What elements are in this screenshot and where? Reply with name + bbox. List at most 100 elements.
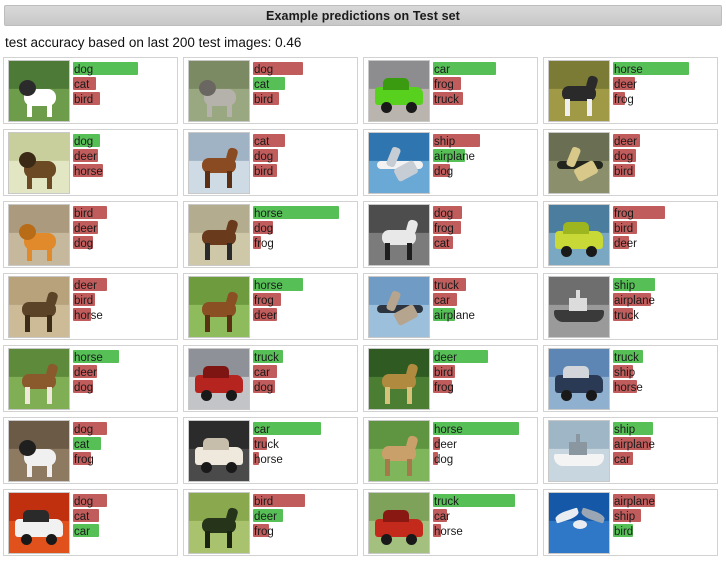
- class-probability-bars: horse deer frog: [613, 58, 717, 120]
- prediction-card[interactable]: horse deer dog: [3, 345, 178, 412]
- class-probability-bars: ship airplane dog: [433, 130, 537, 192]
- prediction-card[interactable]: deer bird frog: [363, 345, 538, 412]
- class-label: horse: [434, 424, 463, 436]
- class-probability-bars: deer bird frog: [433, 346, 537, 408]
- class-label: ship: [434, 136, 456, 148]
- class-label: bird: [614, 166, 634, 178]
- prediction-thumbnail: [368, 420, 430, 482]
- prediction-thumbnail: [8, 60, 70, 122]
- class-probability-bars: dog frog cat: [433, 202, 537, 264]
- prediction-card[interactable]: ship airplane car: [543, 417, 718, 484]
- class-label: horse: [254, 280, 283, 292]
- prediction-card[interactable]: ship airplane dog: [363, 129, 538, 196]
- class-probability-bar-row: frog: [253, 292, 357, 307]
- class-probability-bar-row: truck: [613, 307, 717, 322]
- prediction-thumbnail: [188, 420, 250, 482]
- prediction-thumbnail: [368, 60, 430, 122]
- class-label: frog: [434, 79, 454, 91]
- prediction-card[interactable]: bird deer dog: [3, 201, 178, 268]
- class-probability-bar-row: cat: [253, 76, 357, 91]
- class-probability-bars: ship airplane car: [613, 418, 717, 480]
- class-probability-bar-row: cat: [73, 76, 177, 91]
- class-label: bird: [254, 94, 274, 106]
- prediction-card[interactable]: horse deer dog: [363, 417, 538, 484]
- prediction-thumbnail: [368, 132, 430, 194]
- prediction-card[interactable]: cat dog bird: [183, 129, 358, 196]
- prediction-thumbnail: [368, 276, 430, 338]
- class-probability-bar-row: deer: [73, 364, 177, 379]
- class-probability-bars: horse dog frog: [253, 202, 357, 264]
- class-probability-bar-row: dog: [253, 61, 357, 76]
- class-probability-bar-row: bird: [73, 205, 177, 220]
- class-label: car: [614, 454, 630, 466]
- prediction-card[interactable]: frog bird deer: [543, 201, 718, 268]
- prediction-card[interactable]: car truck horse: [183, 417, 358, 484]
- prediction-card[interactable]: truck car airplane: [363, 273, 538, 340]
- class-probability-bar-row: horse: [613, 379, 717, 394]
- prediction-card[interactable]: deer bird horse: [3, 273, 178, 340]
- class-label: cat: [74, 439, 90, 451]
- class-probability-bar-row: car: [253, 364, 357, 379]
- class-label: truck: [434, 496, 459, 508]
- class-probability-bar-row: car: [433, 508, 537, 523]
- class-probability-bars: horse deer dog: [433, 418, 537, 480]
- class-label: horse: [74, 352, 103, 364]
- class-label: dog: [74, 496, 94, 508]
- class-label: car: [74, 526, 90, 538]
- class-probability-bar-row: cat: [433, 235, 537, 250]
- prediction-card[interactable]: truck ship horse: [543, 345, 718, 412]
- prediction-card[interactable]: horse deer frog: [543, 57, 718, 124]
- prediction-thumbnail: [188, 276, 250, 338]
- prediction-thumbnail: [188, 492, 250, 554]
- class-probability-bar-row: cat: [73, 508, 177, 523]
- prediction-thumbnail: [548, 204, 610, 266]
- prediction-card[interactable]: ship airplane truck: [543, 273, 718, 340]
- prediction-card[interactable]: dog cat bird: [3, 57, 178, 124]
- class-probability-bar-row: deer: [613, 76, 717, 91]
- class-probability-bar-row: frog: [253, 235, 357, 250]
- prediction-thumbnail: [8, 420, 70, 482]
- prediction-card[interactable]: dog cat frog: [3, 417, 178, 484]
- prediction-card[interactable]: truck car horse: [363, 489, 538, 556]
- prediction-card[interactable]: deer dog bird: [543, 129, 718, 196]
- class-probability-bar-row: truck: [433, 91, 537, 106]
- class-probability-bar-row: dog: [433, 205, 537, 220]
- class-label: bird: [254, 496, 274, 508]
- prediction-card[interactable]: airplane ship bird: [543, 489, 718, 556]
- class-label: truck: [614, 310, 639, 322]
- class-label: frog: [434, 223, 454, 235]
- class-probability-bars: ship airplane truck: [613, 274, 717, 336]
- class-label: airplane: [434, 310, 475, 322]
- class-label: deer: [614, 79, 638, 91]
- class-probability-bars: airplane ship bird: [613, 490, 717, 552]
- prediction-thumbnail: [548, 420, 610, 482]
- class-probability-bar-row: truck: [253, 349, 357, 364]
- prediction-thumbnail: [188, 132, 250, 194]
- class-probability-bar-row: frog: [613, 91, 717, 106]
- class-label: ship: [614, 424, 636, 436]
- class-probability-bar-row: bird: [253, 163, 357, 178]
- class-label: horse: [434, 526, 463, 538]
- class-probability-bar-row: car: [433, 292, 537, 307]
- prediction-card[interactable]: bird deer frog: [183, 489, 358, 556]
- prediction-card[interactable]: dog deer horse: [3, 129, 178, 196]
- class-probability-bar-row: frog: [433, 220, 537, 235]
- class-probability-bar-row: deer: [613, 133, 717, 148]
- prediction-card[interactable]: dog frog cat: [363, 201, 538, 268]
- class-probability-bar-row: car: [73, 523, 177, 538]
- prediction-card[interactable]: horse frog deer: [183, 273, 358, 340]
- class-label: horse: [74, 166, 103, 178]
- prediction-card[interactable]: dog cat bird: [183, 57, 358, 124]
- class-probability-bar-row: car: [433, 61, 537, 76]
- prediction-card[interactable]: horse dog frog: [183, 201, 358, 268]
- class-label: car: [434, 511, 450, 523]
- class-probability-bars: deer bird horse: [73, 274, 177, 336]
- prediction-card[interactable]: truck car dog: [183, 345, 358, 412]
- prediction-card[interactable]: dog cat car: [3, 489, 178, 556]
- class-probability-bar-row: ship: [613, 421, 717, 436]
- prediction-thumbnail: [8, 492, 70, 554]
- class-label: dog: [74, 64, 94, 76]
- page-title: Example predictions on Test set: [266, 8, 460, 23]
- prediction-card[interactable]: car frog truck: [363, 57, 538, 124]
- class-label: truck: [254, 439, 279, 451]
